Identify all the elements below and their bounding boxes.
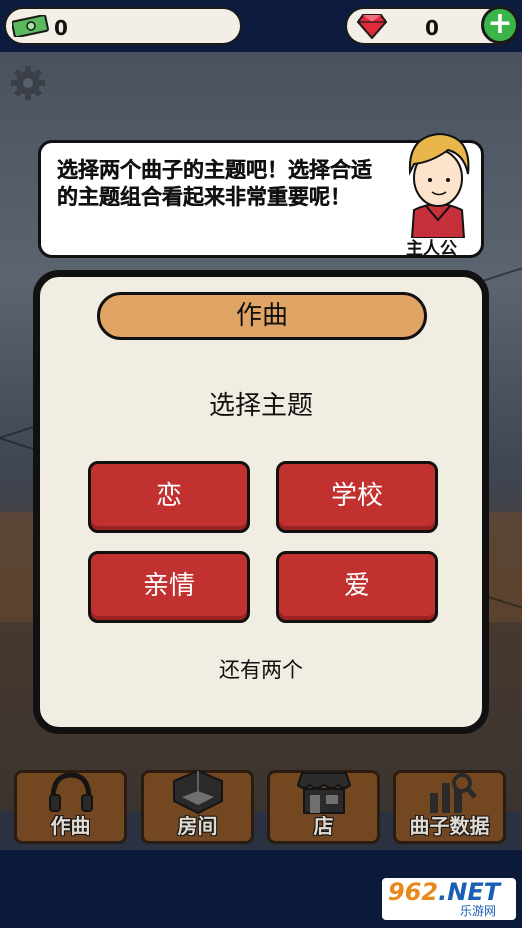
gem-count: 0 [425,16,439,40]
gem-counter: 0 + [345,6,519,45]
theme-button-school[interactable]: 学校 [276,461,438,533]
nav-store-button[interactable]: 店 [267,770,380,844]
theme-button-love[interactable]: 爱 [276,551,438,623]
watermark-sub: 乐游网 [460,904,497,918]
nav-label: 曲子数据 [409,814,490,838]
nav-song-data-button[interactable]: 曲子数据 [393,770,506,844]
cash-counter: 0 [4,7,242,45]
cash-count: 0 [54,16,68,40]
compose-dialog: 作曲 选择主题 恋 学校 亲情 爱 还有两个 [33,270,489,734]
protagonist-portrait [408,132,470,238]
settings-gear-icon[interactable] [9,64,47,102]
add-gems-button[interactable]: + [481,6,519,44]
ruby-icon [357,14,387,39]
site-watermark: 962.NET 乐游网 [382,878,516,920]
nav-label: 房间 [177,814,218,838]
theme-button-romance[interactable]: 恋 [88,461,250,533]
nav-label: 店 [313,814,334,838]
nav-label: 作曲 [50,814,91,838]
dialog-subtitle: 选择主题 [208,391,313,421]
dialog-title: 作曲 [97,292,427,340]
watermark-number: 962 [388,878,439,906]
top-bar: 0 0 + [0,0,522,52]
speaker-name: 主人公 [406,239,457,259]
theme-button-family[interactable]: 亲情 [88,551,250,623]
nav-compose-button[interactable]: 作曲 [14,770,127,844]
dialogue-text: 选择两个曲子的主题吧！选择合适的主题组合看起来非常重要呢！ [57,158,372,209]
remaining-count-text: 还有两个 [219,658,303,682]
nav-room-button[interactable]: 房间 [141,769,254,844]
cash-icon [12,15,49,37]
